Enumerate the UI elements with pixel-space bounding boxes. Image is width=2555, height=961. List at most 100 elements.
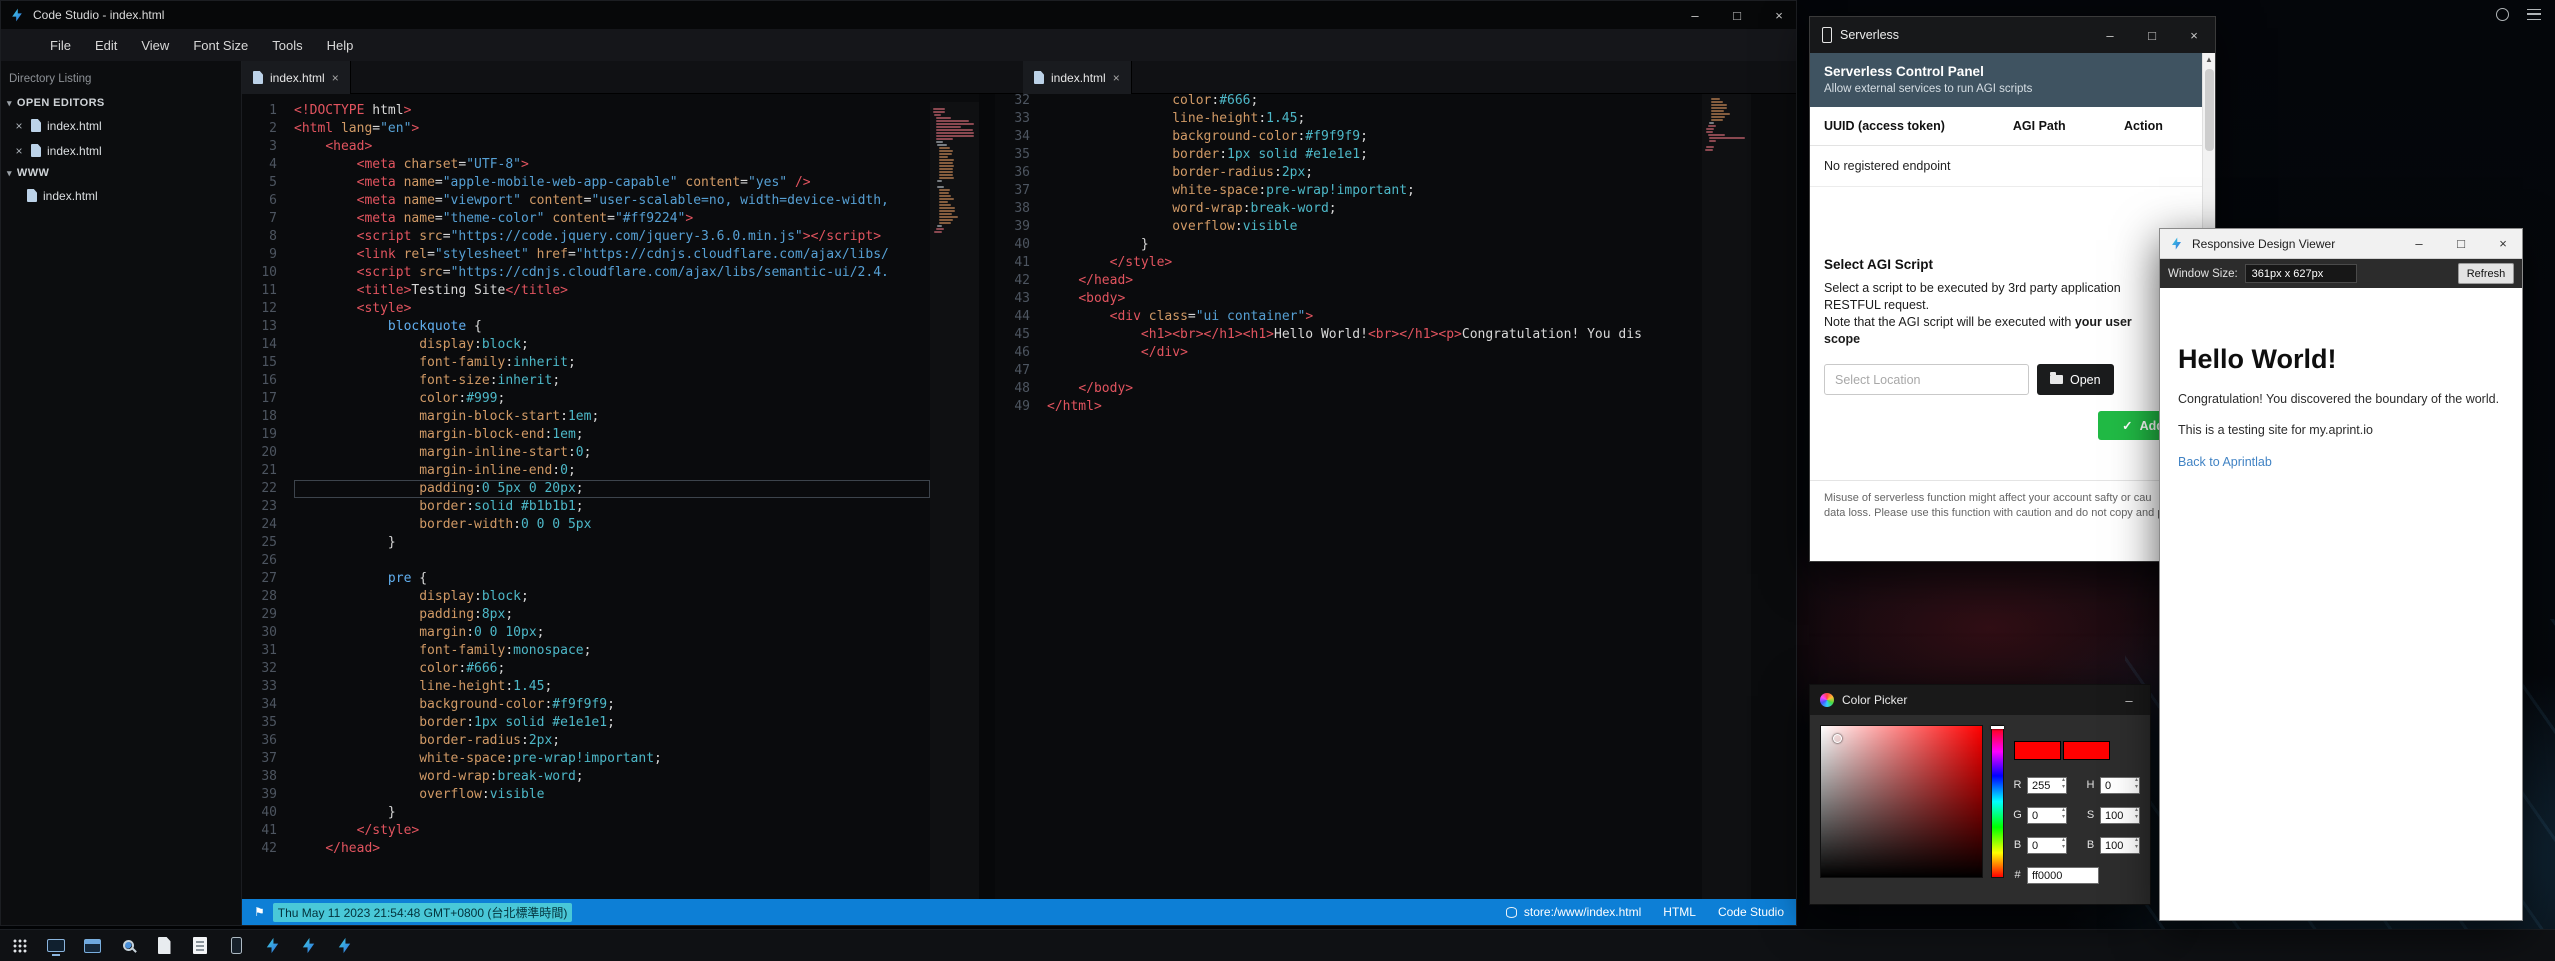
line-number[interactable]: 39 — [242, 786, 277, 804]
code-line[interactable]: margin-block-start:1em; — [294, 408, 930, 426]
code-line[interactable]: margin-block-end:1em; — [294, 426, 930, 444]
close-tab-icon[interactable]: × — [332, 71, 339, 85]
line-number[interactable]: 46 — [995, 344, 1030, 362]
line-number[interactable]: 24 — [242, 516, 277, 534]
code-line[interactable]: <link rel="stylesheet" href="https://cdn… — [294, 246, 930, 264]
line-number[interactable]: 23 — [242, 498, 277, 516]
close-file-icon[interactable]: × — [13, 144, 25, 158]
status-circle-icon[interactable] — [2496, 8, 2509, 21]
line-number[interactable]: 3 — [242, 138, 277, 156]
line-number[interactable]: 36 — [995, 164, 1030, 182]
code-line[interactable]: <div class="ui container"> — [1047, 308, 1702, 326]
code-line[interactable]: background-color:#f9f9f9; — [294, 696, 930, 714]
hue-slider[interactable] — [1991, 725, 2004, 878]
code-line[interactable]: margin-inline-start:0; — [294, 444, 930, 462]
code-line[interactable]: border-radius:2px; — [294, 732, 930, 750]
menu-view[interactable]: View — [130, 33, 180, 58]
line-number[interactable]: 35 — [242, 714, 277, 732]
code-line[interactable]: font-family:monospace; — [294, 642, 930, 660]
code-line[interactable]: <meta charset="UTF-8"> — [294, 156, 930, 174]
code-line[interactable]: font-family:inherit; — [294, 354, 930, 372]
code-line[interactable]: </head> — [1047, 272, 1702, 290]
code-line[interactable]: margin:0 0 10px; — [294, 624, 930, 642]
close-button[interactable]: × — [2486, 229, 2520, 258]
sidebar-section-open-editors[interactable]: ▾ OPEN EDITORS — [1, 93, 241, 113]
scrollbar-thumb[interactable] — [2205, 69, 2214, 151]
line-number[interactable]: 43 — [995, 290, 1030, 308]
code-studio-app-icon-3[interactable] — [332, 934, 356, 958]
line-number[interactable]: 22 — [242, 480, 277, 498]
monitor-app-icon[interactable] — [44, 934, 68, 958]
line-number[interactable]: 47 — [995, 362, 1030, 380]
line-number[interactable]: 41 — [242, 822, 277, 840]
line-number[interactable]: 32 — [242, 660, 277, 678]
line-number[interactable]: 13 — [242, 318, 277, 336]
sidebar-section-www[interactable]: ▾ WWW — [1, 163, 241, 183]
code-line[interactable]: } — [294, 804, 930, 822]
code-line[interactable]: <h1><br></h1><h1>Hello World!<br></h1><p… — [1047, 326, 1702, 344]
line-number[interactable]: 38 — [995, 200, 1030, 218]
line-number[interactable]: 36 — [242, 732, 277, 750]
line-number[interactable]: 38 — [242, 768, 277, 786]
menu-icon[interactable] — [2527, 9, 2541, 20]
line-number[interactable]: 26 — [242, 552, 277, 570]
code-line[interactable]: font-size:inherit; — [294, 372, 930, 390]
minimize-button[interactable]: – — [1678, 1, 1712, 29]
code-line[interactable]: <script src="https://code.jquery.com/jqu… — [294, 228, 930, 246]
line-number[interactable]: 49 — [995, 398, 1030, 416]
code-line[interactable]: border:solid #b1b1b1; — [294, 498, 930, 516]
line-number[interactable]: 11 — [242, 282, 277, 300]
code-line[interactable]: overflow:visible — [294, 786, 930, 804]
minimize-button[interactable]: – — [2112, 685, 2146, 715]
code-line[interactable]: word-wrap:break-word; — [1047, 200, 1702, 218]
line-number[interactable]: 25 — [242, 534, 277, 552]
code-line[interactable]: border-width:0 0 0 5px — [294, 516, 930, 534]
code-line[interactable]: <title>Testing Site</title> — [294, 282, 930, 300]
line-number[interactable]: 17 — [242, 390, 277, 408]
code-line[interactable]: border:1px solid #e1e1e1; — [1047, 146, 1702, 164]
menu-help[interactable]: Help — [316, 33, 365, 58]
code-line[interactable]: line-height:1.45; — [294, 678, 930, 696]
code-line[interactable]: } — [294, 534, 930, 552]
open-editor-item-2[interactable]: × index.html — [1, 138, 241, 163]
minimap-left[interactable] — [930, 102, 979, 899]
line-number[interactable]: 34 — [242, 696, 277, 714]
line-number[interactable]: 12 — [242, 300, 277, 318]
code-line[interactable]: color:#999; — [294, 390, 930, 408]
phone-app-icon[interactable] — [224, 934, 248, 958]
maximize-button[interactable]: □ — [1720, 1, 1754, 29]
code-line[interactable]: word-wrap:break-word; — [294, 768, 930, 786]
line-number[interactable]: 48 — [995, 380, 1030, 398]
line-number[interactable]: 8 — [242, 228, 277, 246]
line-number[interactable]: 39 — [995, 218, 1030, 236]
color-picker-titlebar[interactable]: Color Picker – — [1810, 685, 2150, 715]
code-line[interactable]: pre { — [294, 570, 930, 588]
line-number[interactable]: 27 — [242, 570, 277, 588]
line-number[interactable]: 10 — [242, 264, 277, 282]
code-line[interactable]: <meta name="apple-mobile-web-app-capable… — [294, 174, 930, 192]
code-line[interactable]: <style> — [294, 300, 930, 318]
tree-item-index-html[interactable]: index.html — [1, 183, 241, 208]
code-line[interactable]: padding:8px; — [294, 606, 930, 624]
line-number[interactable]: 5 — [242, 174, 277, 192]
maximize-button[interactable]: □ — [2444, 229, 2478, 258]
line-number[interactable]: 34 — [995, 128, 1030, 146]
code-line[interactable]: display:block; — [294, 588, 930, 606]
close-button[interactable]: × — [1762, 1, 1796, 29]
code-line[interactable]: </html> — [1047, 398, 1702, 416]
code-line[interactable]: <script src="https://cdnjs.cloudflare.co… — [294, 264, 930, 282]
code-studio-app-icon-2[interactable] — [296, 934, 320, 958]
code-line[interactable]: <body> — [1047, 290, 1702, 308]
line-number[interactable]: 21 — [242, 462, 277, 480]
notes-app-icon[interactable] — [188, 934, 212, 958]
pane-divider[interactable] — [979, 94, 995, 899]
code-line[interactable]: white-space:pre-wrap!important; — [294, 750, 930, 768]
code-content-right[interactable]: color:#666; line-height:1.45; background… — [1039, 94, 1702, 899]
scroll-up-icon[interactable]: ▲ — [2203, 53, 2215, 67]
line-number[interactable]: 18 — [242, 408, 277, 426]
line-number[interactable]: 32 — [995, 94, 1030, 110]
code-line[interactable]: </style> — [1047, 254, 1702, 272]
minimize-button[interactable]: – — [2093, 17, 2127, 53]
code-line[interactable]: </style> — [294, 822, 930, 840]
line-number[interactable]: 35 — [995, 146, 1030, 164]
